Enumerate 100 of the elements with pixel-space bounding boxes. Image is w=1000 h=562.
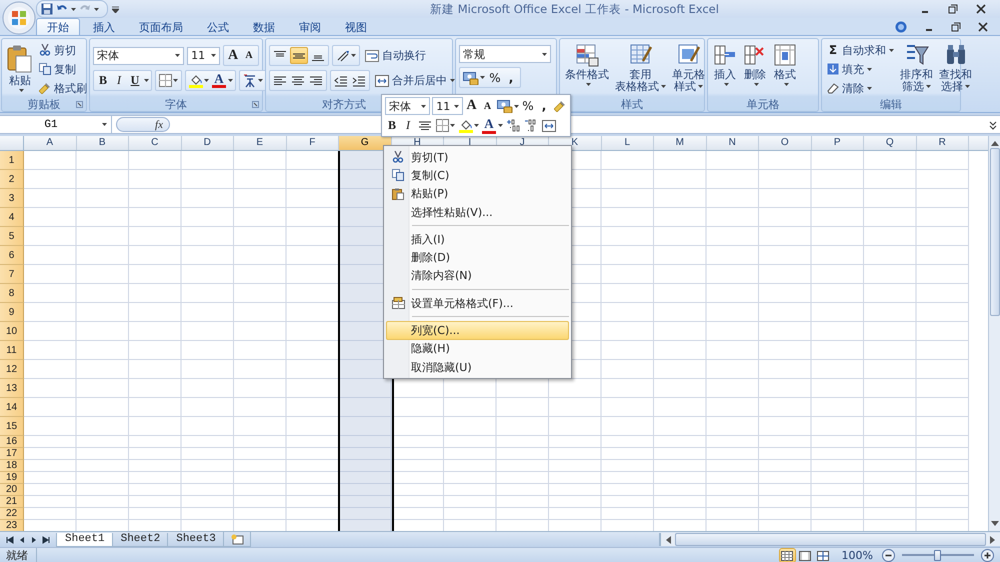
row-header[interactable]: 21 [0, 496, 24, 508]
row-header[interactable]: 10 [0, 322, 24, 341]
row-header[interactable]: 18 [0, 460, 24, 472]
column-header[interactable]: N [706, 136, 759, 150]
delete-cells-button[interactable]: 删除 [741, 41, 769, 97]
menu-item[interactable]: 复制(C) [386, 166, 569, 185]
clear-button[interactable]: 清除 [825, 79, 896, 97]
row-header[interactable]: 11 [0, 341, 24, 360]
sort-filter-button[interactable]: 排序和 筛选 [898, 41, 935, 97]
view-button[interactable] [780, 549, 795, 562]
row-header[interactable]: 19 [0, 472, 24, 484]
vertical-scrollbar[interactable] [988, 136, 1000, 531]
ribbon-tab[interactable]: 开始 [36, 18, 80, 35]
function-button[interactable]: fx [116, 117, 170, 132]
view-button[interactable] [816, 549, 831, 562]
font-size-field[interactable]: 11 [432, 97, 463, 115]
menu-item[interactable]: 剪切(T) [386, 148, 569, 166]
ribbon-tab[interactable]: 公式 [196, 18, 240, 35]
row-header[interactable]: 7 [0, 265, 24, 284]
dialog-launcher-icon[interactable] [76, 101, 83, 108]
previous-sheet-icon[interactable] [18, 536, 26, 544]
phonetic-button[interactable] [242, 72, 264, 89]
menu-item[interactable]: 选择性粘贴(V)... [386, 202, 569, 222]
name-box[interactable]: G1 [0, 116, 112, 133]
bold-button[interactable]: B [385, 117, 399, 134]
borders-button[interactable] [158, 72, 179, 89]
ribbon-tab[interactable]: 视图 [334, 18, 378, 35]
ribbon-tab[interactable]: 审阅 [288, 18, 332, 35]
row-header[interactable]: 9 [0, 303, 24, 322]
shrink-font-button[interactable]: A [242, 47, 256, 64]
zoom-level[interactable]: 100% [842, 549, 873, 562]
row-header[interactable]: 3 [0, 189, 24, 208]
format-painter-button[interactable]: 格式刷 [37, 79, 89, 97]
bold-button[interactable]: B [96, 72, 110, 89]
row-header[interactable]: 6 [0, 246, 24, 265]
row-header[interactable]: 23 [0, 520, 24, 531]
restore-icon[interactable] [948, 4, 958, 14]
customize-toolbar-icon[interactable] [112, 6, 119, 12]
menu-item[interactable]: 删除(D) [386, 248, 569, 267]
column-header[interactable]: B [76, 136, 129, 150]
borders-button[interactable] [435, 117, 456, 134]
sheet-tab[interactable]: Sheet1 [56, 532, 114, 546]
next-sheet-icon[interactable] [30, 536, 38, 544]
column-header[interactable]: L [602, 136, 654, 150]
row-header[interactable]: 22 [0, 508, 24, 520]
column-header[interactable]: P [812, 136, 864, 150]
menu-item[interactable]: 列宽(C)... [386, 321, 569, 340]
format-as-table-button[interactable]: 套用 表格格式 [613, 41, 668, 97]
first-sheet-icon[interactable] [6, 536, 14, 544]
menu-item[interactable]: 取消隐藏(U) [386, 358, 569, 376]
row-header[interactable]: 14 [0, 398, 24, 417]
font-color-button[interactable]: A [482, 117, 496, 134]
cell-styles-button[interactable]: 单元格 样式 [670, 41, 707, 97]
slider-thumb[interactable] [934, 550, 941, 561]
comma-button[interactable]: , [537, 98, 551, 114]
menu-item[interactable]: 清除内容(N) [386, 266, 569, 286]
close-icon[interactable] [978, 22, 988, 32]
row-header[interactable]: 2 [0, 170, 24, 189]
underline-button[interactable]: U [128, 72, 142, 89]
scroll-thumb[interactable] [990, 148, 1000, 316]
percent-button[interactable]: % [521, 98, 535, 114]
grow-font-button[interactable]: A [464, 98, 479, 114]
increase-decimal-button[interactable] [505, 117, 521, 134]
scroll-up-icon[interactable] [990, 140, 998, 146]
zoom-out-icon[interactable] [882, 549, 895, 562]
cut-button[interactable]: 剪切 [37, 41, 89, 59]
row-header[interactable]: 15 [0, 417, 24, 436]
insert-cells-button[interactable]: 插入 [711, 41, 739, 97]
column-header[interactable]: E [234, 136, 286, 150]
column-header[interactable]: O [759, 136, 812, 150]
menu-item[interactable]: 插入(I) [386, 230, 569, 248]
column-header[interactable]: G [339, 136, 392, 150]
scroll-left-icon[interactable] [664, 536, 671, 544]
font-name-field[interactable]: 宋体 [385, 97, 430, 115]
grow-font-button[interactable]: A [226, 47, 240, 64]
font-name-field[interactable]: 宋体 [93, 46, 184, 64]
number-format-field[interactable]: 常规 [459, 45, 551, 63]
menu-item[interactable]: 设置单元格格式(F)... [386, 294, 569, 312]
font-size-field[interactable]: 11 [187, 46, 220, 64]
view-button[interactable] [798, 549, 813, 562]
expand-icon[interactable] [988, 118, 998, 130]
column-header[interactable]: C [129, 136, 182, 150]
column-header[interactable]: D [182, 136, 234, 150]
fill-button[interactable]: 填充 [825, 60, 896, 78]
last-sheet-icon[interactable] [42, 536, 50, 544]
save-icon[interactable] [41, 3, 53, 15]
insert-sheet-button[interactable] [222, 532, 251, 547]
row-header[interactable]: 17 [0, 448, 24, 460]
font-color-button[interactable]: A [212, 73, 226, 88]
row-header[interactable]: 12 [0, 360, 24, 379]
vertical-align-button[interactable] [290, 47, 308, 64]
restore-icon[interactable] [951, 22, 961, 32]
row-header[interactable]: 16 [0, 436, 24, 448]
row-header[interactable]: 20 [0, 484, 24, 496]
column-header[interactable]: R [916, 136, 969, 150]
autosum-button[interactable]: Σ 自动求和 [825, 41, 896, 59]
row-header[interactable]: 8 [0, 284, 24, 303]
wrap-text-button[interactable]: 自动换行 [363, 46, 428, 64]
column-header[interactable]: A [24, 136, 76, 150]
row-header[interactable]: 1 [0, 151, 24, 170]
